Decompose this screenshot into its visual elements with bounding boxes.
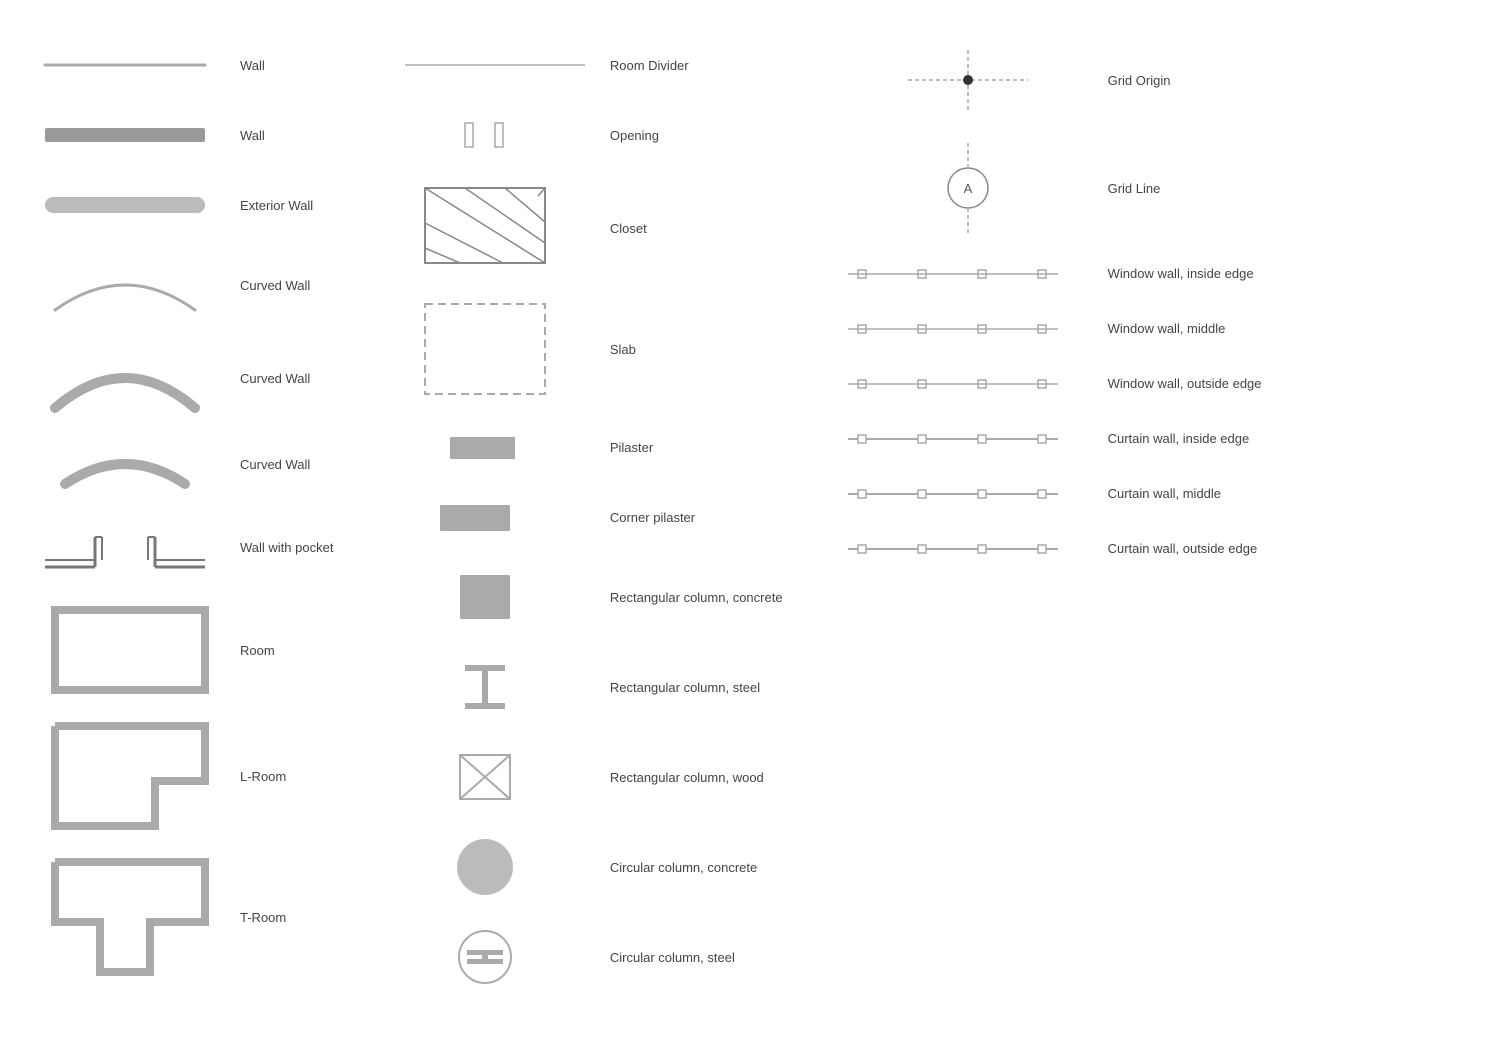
list-item: Wall with pocket xyxy=(20,502,390,592)
symbol-corner-pilaster xyxy=(390,497,600,537)
label-t-room: T-Room xyxy=(240,910,390,925)
label-room-divider: Room Divider xyxy=(610,58,838,73)
symbol-ww-middle xyxy=(838,314,1098,344)
list-item: Rectangular column, wood xyxy=(390,732,838,822)
list-item: Circular column, concrete xyxy=(390,822,838,912)
symbol-curved-wall1 xyxy=(20,250,230,320)
label-rect-col-wood: Rectangular column, wood xyxy=(610,770,838,785)
list-item: Room Divider xyxy=(390,30,838,100)
symbol-grid-line: A xyxy=(838,138,1098,238)
list-item: Curtain wall, outside edge xyxy=(838,521,1480,576)
symbol-cw-inside xyxy=(838,424,1098,454)
symbol-cw-middle xyxy=(838,479,1098,509)
col2: Room Divider Opening xyxy=(390,30,838,1002)
label-cw-outside: Curtain wall, outside edge xyxy=(1108,541,1258,556)
label-ww-outside: Window wall, outside edge xyxy=(1108,376,1262,391)
col1: Wall Wall Exterior Wall xyxy=(20,30,390,1002)
label-curved-wall1: Curved Wall xyxy=(240,278,390,293)
list-item: Pilaster xyxy=(390,412,838,482)
list-item: Wall xyxy=(20,100,390,170)
label-closet: Closet xyxy=(610,221,838,236)
label-exterior-wall: Exterior Wall xyxy=(240,198,390,213)
list-item: Curved Wall xyxy=(20,240,390,330)
symbol-rect-col-wood xyxy=(390,747,600,807)
label-grid-line: Grid Line xyxy=(1108,181,1480,196)
list-item: Corner pilaster xyxy=(390,482,838,552)
label-pilaster: Pilaster xyxy=(610,440,838,455)
list-item: Opening xyxy=(390,100,838,170)
list-item: Slab xyxy=(390,286,838,412)
list-item: Wall xyxy=(20,30,390,100)
symbol-pilaster xyxy=(390,427,600,467)
symbol-opening xyxy=(390,115,600,155)
list-item: Rectangular column, steel xyxy=(390,642,838,732)
label-curved-wall2: Curved Wall xyxy=(240,371,390,386)
label-circ-col-concrete: Circular column, concrete xyxy=(610,860,838,875)
symbol-curved-wall3 xyxy=(20,434,230,494)
list-item: Window wall, inside edge xyxy=(838,246,1480,301)
list-item: Exterior Wall xyxy=(20,170,390,240)
label-corner-pilaster: Corner pilaster xyxy=(610,510,838,525)
list-item: L-Room xyxy=(20,708,390,844)
label-cw-inside: Curtain wall, inside edge xyxy=(1108,431,1250,446)
list-item: Rectangular column, concrete xyxy=(390,552,838,642)
list-item: Curtain wall, middle xyxy=(838,466,1480,521)
symbol-circ-col-concrete xyxy=(390,832,600,902)
symbol-rect-col-concrete xyxy=(390,567,600,627)
symbol-slab xyxy=(390,294,600,404)
symbol-grid-origin xyxy=(838,40,1098,120)
label-wall1: Wall xyxy=(240,58,390,73)
list-item: T-Room xyxy=(20,844,390,990)
symbol-wall1 xyxy=(20,45,230,85)
symbol-t-room xyxy=(20,852,230,982)
list-item: Room xyxy=(20,592,390,708)
list-item: Circular column, steel xyxy=(390,912,838,1002)
symbol-exterior-wall xyxy=(20,185,230,225)
label-slab: Slab xyxy=(610,342,838,357)
symbol-curved-wall2 xyxy=(20,338,230,418)
svg-text:A: A xyxy=(963,181,972,196)
symbol-room xyxy=(20,600,230,700)
label-l-room: L-Room xyxy=(240,769,390,784)
symbol-ww-outside xyxy=(838,369,1098,399)
label-curved-wall3: Curved Wall xyxy=(240,457,390,472)
symbol-room-divider xyxy=(390,45,600,85)
symbol-circ-col-steel xyxy=(390,922,600,992)
list-item: Grid Origin xyxy=(838,30,1480,130)
label-wall-pocket: Wall with pocket xyxy=(240,540,390,555)
label-circ-col-steel: Circular column, steel xyxy=(610,950,838,965)
symbol-ww-inside xyxy=(838,259,1098,289)
label-opening: Opening xyxy=(610,128,838,143)
label-cw-middle: Curtain wall, middle xyxy=(1108,486,1221,501)
list-item: Closet xyxy=(390,170,838,286)
label-grid-origin: Grid Origin xyxy=(1108,73,1480,88)
label-rect-col-concrete: Rectangular column, concrete xyxy=(610,590,838,605)
symbol-wall-pocket xyxy=(20,512,230,582)
label-wall2: Wall xyxy=(240,128,390,143)
list-item: Window wall, outside edge xyxy=(838,356,1480,411)
page: Wall Wall Exterior Wall xyxy=(0,0,1500,1032)
symbol-cw-outside xyxy=(838,534,1098,564)
list-item: A Grid Line xyxy=(838,130,1480,246)
list-item: Curtain wall, inside edge xyxy=(838,411,1480,466)
label-room: Room xyxy=(240,643,390,658)
symbol-closet xyxy=(390,178,600,278)
label-ww-inside: Window wall, inside edge xyxy=(1108,266,1254,281)
symbol-wall2 xyxy=(20,115,230,155)
list-item: Window wall, middle xyxy=(838,301,1480,356)
label-rect-col-steel: Rectangular column, steel xyxy=(610,680,838,695)
symbol-l-room xyxy=(20,716,230,836)
col3: Grid Origin A Grid Line xyxy=(838,30,1480,1002)
label-ww-middle: Window wall, middle xyxy=(1108,321,1226,336)
list-item: Curved Wall xyxy=(20,330,390,426)
list-item: Curved Wall xyxy=(20,426,390,502)
symbol-rect-col-steel xyxy=(390,657,600,717)
